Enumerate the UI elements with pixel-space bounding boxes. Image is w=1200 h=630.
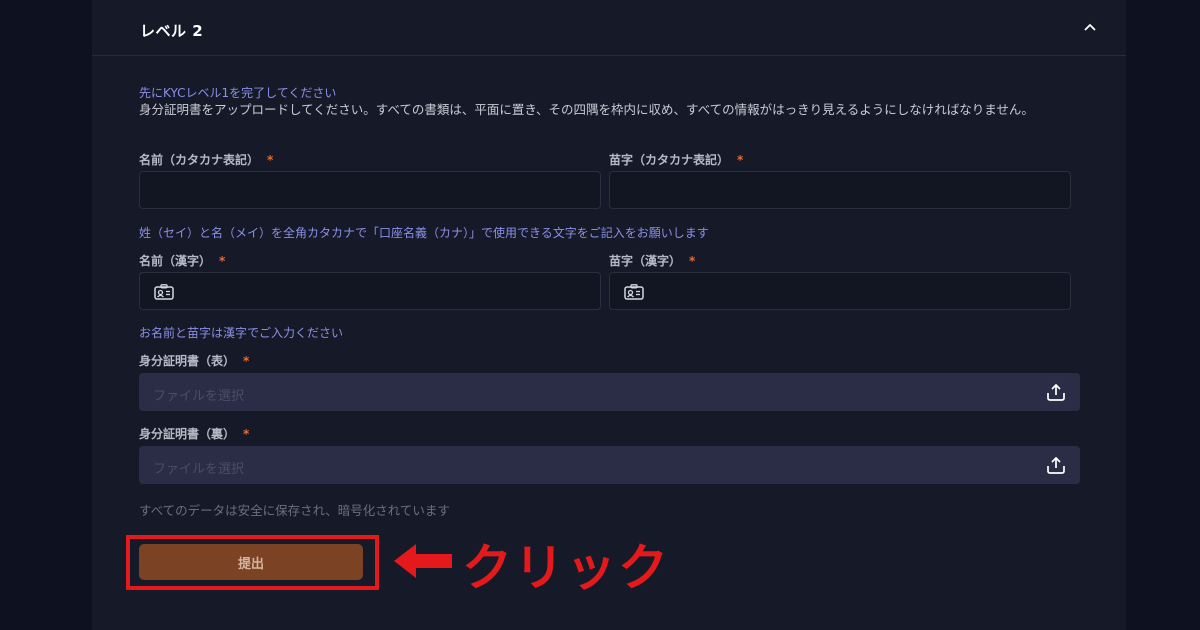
last-name-kanji-input[interactable] (609, 272, 1071, 310)
arrow-left-icon (392, 541, 454, 585)
id-front-label: 身分証明書（表） * (139, 354, 250, 368)
id-card-icon (154, 284, 174, 304)
level-title: レベル 2 (140, 22, 204, 40)
first-name-kanji-input[interactable] (139, 272, 601, 310)
submit-highlight-box (126, 535, 379, 590)
level-header[interactable]: レベル 2 (92, 0, 1126, 56)
kanji-hint: お名前と苗字は漢字でご入力ください (139, 326, 344, 340)
chevron-up-icon[interactable] (1082, 20, 1098, 36)
id-front-file-input[interactable]: ファイルを選択 (139, 373, 1080, 411)
file-placeholder: ファイルを選択 (153, 462, 245, 477)
id-card-icon (624, 284, 644, 304)
file-placeholder: ファイルを選択 (153, 389, 245, 404)
kana-hint: 姓（セイ）と名（メイ）を全角カタカナで「口座名義（カナ）」で使用できる文字をご記… (139, 226, 709, 240)
last-name-kana-label: 苗字（カタカナ表記） * (609, 153, 744, 167)
click-annotation-text: クリック (462, 539, 670, 597)
id-back-label: 身分証明書（裏） * (139, 427, 250, 441)
first-name-kanji-label: 名前（漢字） * (139, 254, 226, 268)
security-note: すべてのデータは安全に保存され、暗号化されています (139, 503, 450, 518)
required-mark: * (689, 254, 696, 268)
first-name-kana-input[interactable] (139, 171, 601, 209)
required-mark: * (243, 427, 250, 441)
id-back-file-input[interactable]: ファイルを選択 (139, 446, 1080, 484)
upload-icon[interactable] (1046, 382, 1066, 406)
last-name-kana-input[interactable] (609, 171, 1071, 209)
required-mark: * (267, 153, 274, 167)
kyc-prerequisite-notice: 先にKYCレベル1を完了してください (139, 86, 337, 100)
required-mark: * (737, 153, 744, 167)
upload-icon[interactable] (1046, 455, 1066, 479)
upload-instructions: 身分証明書をアップロードしてください。すべての書類は、平面に置き、その四隅を枠内… (139, 102, 1034, 117)
required-mark: * (243, 354, 250, 368)
first-name-kana-label: 名前（カタカナ表記） * (139, 153, 274, 167)
required-mark: * (219, 254, 226, 268)
last-name-kanji-label: 苗字（漢字） * (609, 254, 696, 268)
